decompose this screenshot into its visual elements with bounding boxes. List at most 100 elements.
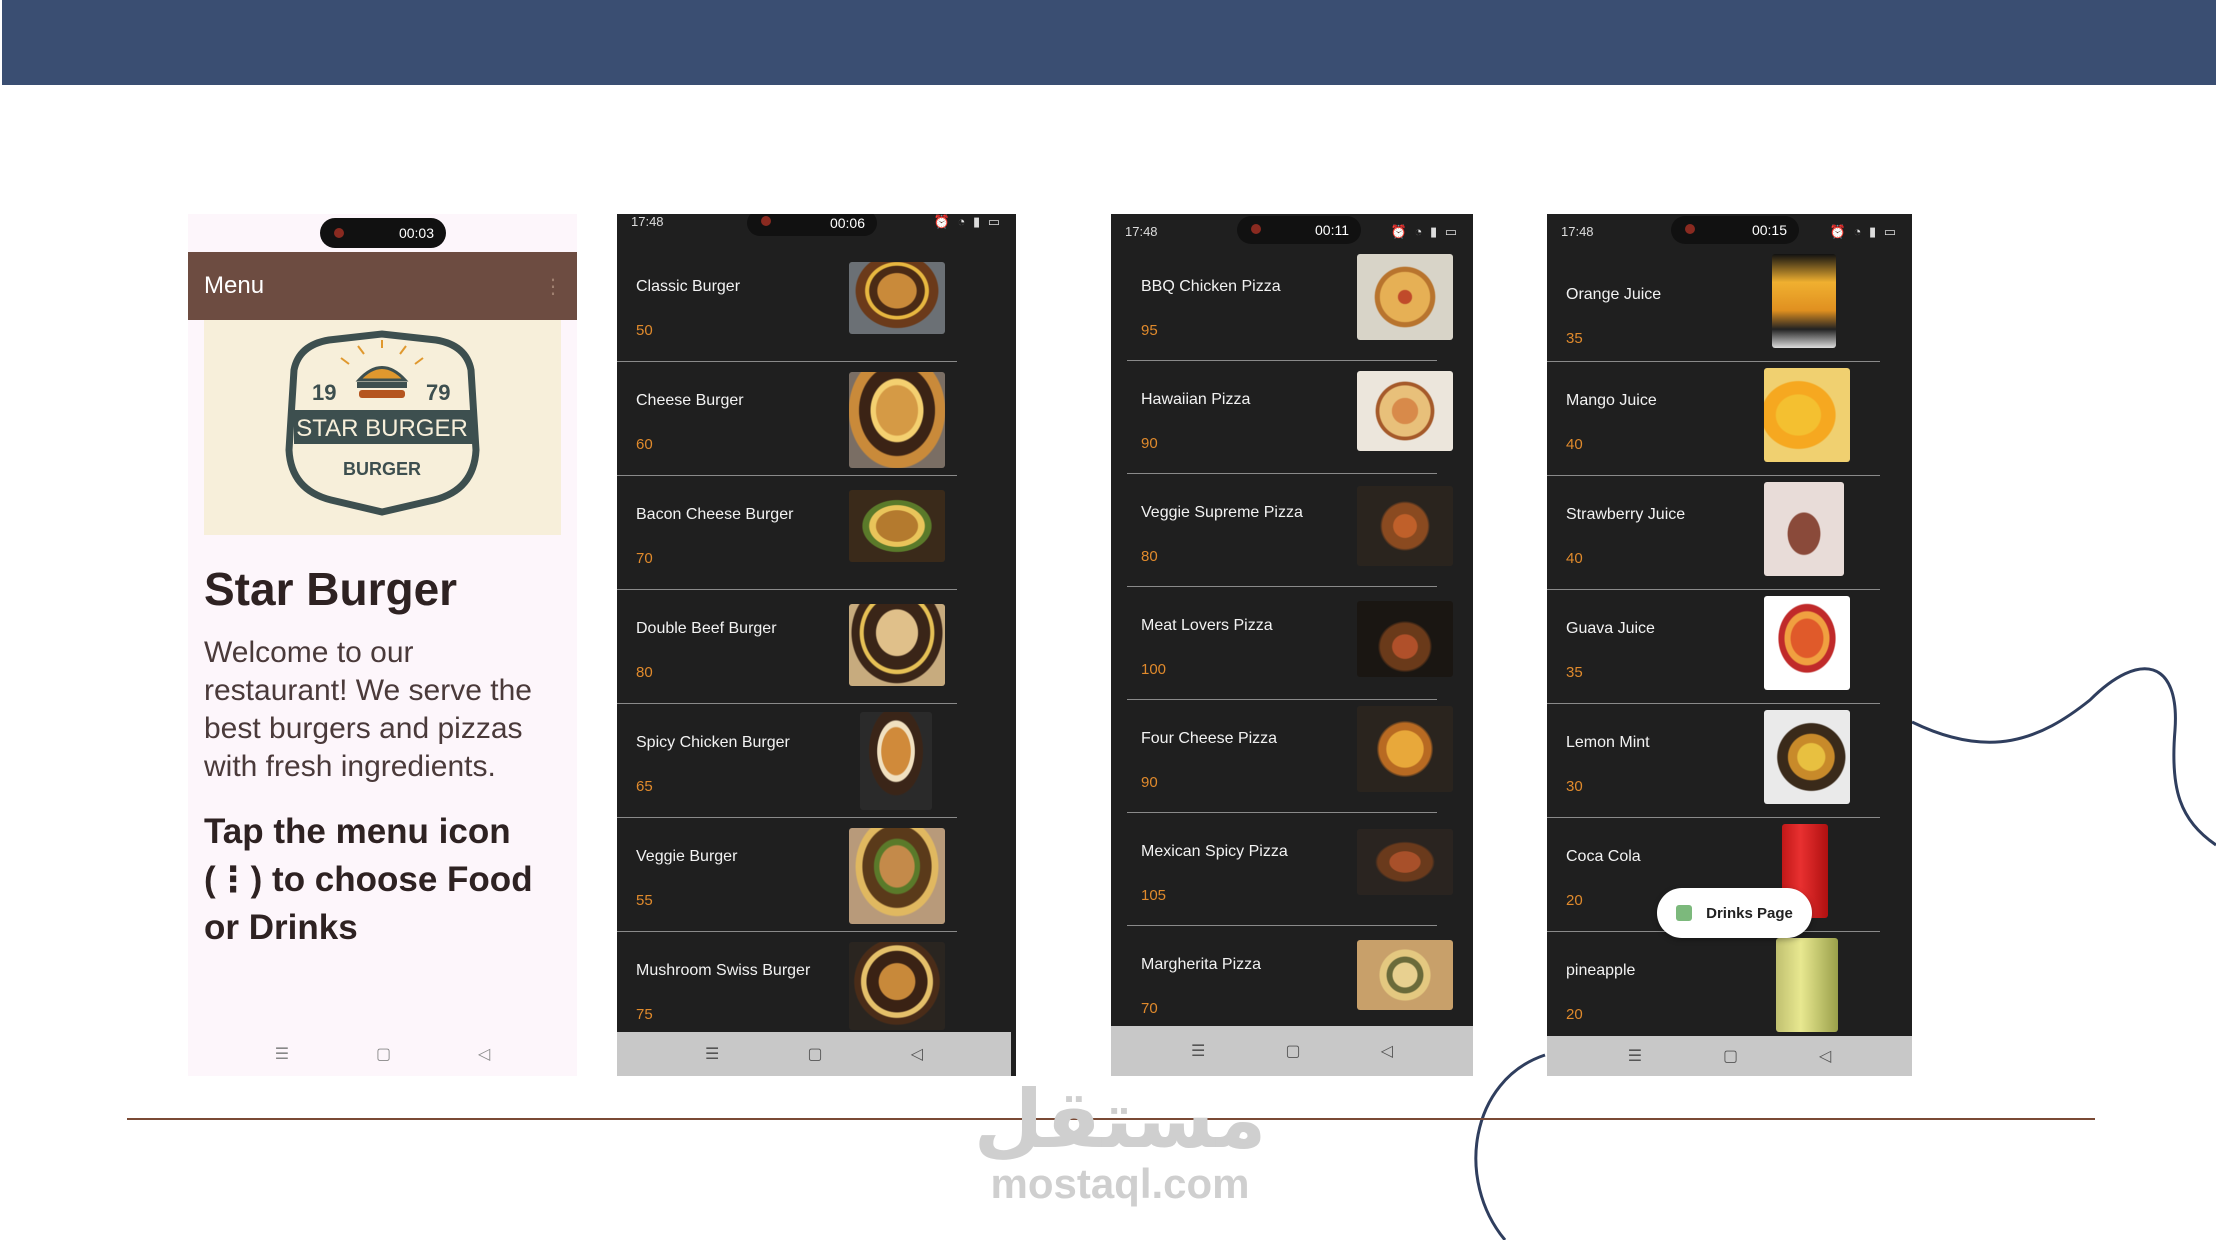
recents-nav-icon[interactable]: ☰ bbox=[705, 1044, 719, 1064]
home-nav-icon[interactable]: ▢ bbox=[1285, 1041, 1300, 1061]
home-nav-icon[interactable]: ▢ bbox=[807, 1044, 822, 1064]
list-item[interactable]: BBQ Chicken Pizza 95 bbox=[1127, 248, 1453, 361]
lemon-mint-image bbox=[1764, 710, 1850, 804]
record-dot-icon bbox=[761, 216, 771, 226]
pizza-image bbox=[1357, 486, 1453, 566]
status-time: 17:48 bbox=[631, 214, 664, 229]
app-bar: Menu ⋮ bbox=[188, 252, 577, 320]
item-name: Hawaiian Pizza bbox=[1141, 391, 1251, 408]
item-name: Lemon Mint bbox=[1566, 734, 1650, 751]
item-price: 20 bbox=[1566, 1006, 1583, 1023]
item-name: Classic Burger bbox=[636, 278, 741, 295]
phone-pizzas-screen: 17:48 00:11 ⏰ ◔ ▮ ▭ BBQ Chicken Pizza 95… bbox=[1111, 214, 1473, 1076]
recording-timer: 00:03 bbox=[398, 225, 434, 241]
back-nav-icon[interactable]: ◁ bbox=[911, 1044, 923, 1064]
item-name: Veggie Supreme Pizza bbox=[1141, 504, 1303, 521]
list-item[interactable]: Strawberry Juice 40 bbox=[1547, 476, 1880, 590]
guava-juice-image bbox=[1764, 596, 1850, 690]
item-name: Strawberry Juice bbox=[1566, 506, 1686, 523]
burger-image bbox=[860, 712, 932, 810]
burger-image bbox=[849, 942, 945, 1030]
list-item[interactable]: Meat Lovers Pizza 100 bbox=[1127, 587, 1453, 700]
item-price: 100 bbox=[1141, 661, 1167, 678]
item-price: 105 bbox=[1141, 887, 1167, 904]
burger-image bbox=[849, 372, 945, 468]
item-name: Margherita Pizza bbox=[1141, 956, 1262, 973]
item-price: 95 bbox=[1141, 322, 1158, 339]
list-item[interactable]: Classic Burger 50 bbox=[617, 248, 957, 362]
pineapple-can-image bbox=[1776, 938, 1838, 1032]
back-nav-icon[interactable]: ◁ bbox=[1819, 1046, 1831, 1066]
back-nav-icon[interactable]: ◁ bbox=[478, 1044, 490, 1064]
recents-nav-icon[interactable]: ☰ bbox=[275, 1044, 289, 1064]
pizza-image bbox=[1357, 254, 1453, 340]
list-item[interactable]: Mango Juice 40 bbox=[1547, 362, 1880, 476]
item-price: 65 bbox=[636, 778, 653, 795]
burger-list: Classic Burger 50 Cheese Burger 60 Bacon… bbox=[617, 248, 957, 1046]
pizza-image bbox=[1357, 601, 1453, 677]
system-nav-bar: ☰ ▢ ◁ bbox=[1547, 1036, 1912, 1076]
watermark-arabic: مستقل bbox=[973, 1075, 1267, 1164]
recording-pill: 00:15 bbox=[1671, 216, 1799, 244]
status-icons: ⏰ ◔ ▮ ▭ bbox=[933, 214, 1002, 229]
list-item[interactable]: Veggie Supreme Pizza 80 bbox=[1127, 474, 1453, 587]
logo-line2: BURGER bbox=[343, 459, 421, 479]
list-item[interactable]: Mushroom Swiss Burger 75 bbox=[617, 932, 957, 1046]
item-name: Mexican Spicy Pizza bbox=[1141, 843, 1288, 860]
pizza-list: BBQ Chicken Pizza 95 Hawaiian Pizza 90 V… bbox=[1127, 248, 1453, 1039]
list-item[interactable]: Veggie Burger 55 bbox=[617, 818, 957, 932]
mostaql-watermark: مستقل mostaql.com bbox=[960, 1080, 1280, 1208]
list-item[interactable]: Mexican Spicy Pizza 105 bbox=[1127, 813, 1453, 926]
list-item[interactable]: Lemon Mint 30 bbox=[1547, 704, 1880, 818]
home-nav-icon[interactable]: ▢ bbox=[376, 1044, 391, 1064]
item-name: Orange Juice bbox=[1566, 286, 1662, 303]
home-nav-icon[interactable]: ▢ bbox=[1723, 1046, 1738, 1066]
burger-image bbox=[849, 828, 945, 924]
system-nav-bar: ☰ ▢ ◁ bbox=[188, 1032, 577, 1076]
item-name: Veggie Burger bbox=[636, 848, 738, 865]
item-name: Coca Cola bbox=[1566, 848, 1641, 865]
item-price: 80 bbox=[636, 664, 653, 681]
mango-juice-image bbox=[1764, 368, 1850, 462]
list-item[interactable]: Four Cheese Pizza 90 bbox=[1127, 700, 1453, 813]
item-price: 40 bbox=[1566, 550, 1583, 567]
status-bar: 17:48 00:06 ⏰ ◔ ▮ ▭ bbox=[617, 214, 1016, 248]
list-item[interactable]: Guava Juice 35 bbox=[1547, 590, 1880, 704]
burger-image bbox=[849, 490, 945, 562]
status-bar: 00:03 bbox=[188, 214, 577, 252]
item-price: 90 bbox=[1141, 774, 1158, 791]
item-price: 50 bbox=[636, 322, 653, 339]
item-price: 90 bbox=[1141, 435, 1158, 452]
list-item[interactable]: Double Beef Burger 80 bbox=[617, 590, 957, 704]
back-nav-icon[interactable]: ◁ bbox=[1381, 1041, 1393, 1061]
overflow-menu-icon[interactable]: ⋮ bbox=[543, 274, 563, 299]
top-banner bbox=[2, 0, 2216, 85]
phone-drinks-screen: 17:48 00:15 ⏰ ◔ ▮ ▭ Orange Juice 35 Mang… bbox=[1547, 214, 1912, 1076]
logo-year-left: 19 bbox=[312, 380, 336, 405]
record-dot-icon bbox=[1685, 224, 1695, 234]
list-item[interactable]: Bacon Cheese Burger 70 bbox=[617, 476, 957, 590]
list-item[interactable]: Spicy Chicken Burger 65 bbox=[617, 704, 957, 818]
recents-nav-icon[interactable]: ☰ bbox=[1191, 1041, 1205, 1061]
item-name: Bacon Cheese Burger bbox=[636, 506, 794, 523]
item-name: BBQ Chicken Pizza bbox=[1141, 278, 1281, 295]
recording-timer: 00:11 bbox=[1315, 222, 1349, 238]
item-price: 20 bbox=[1566, 892, 1583, 909]
phone-burgers-screen: 17:48 00:06 ⏰ ◔ ▮ ▭ Classic Burger 50 Ch… bbox=[617, 214, 1016, 1076]
burger-image bbox=[849, 262, 945, 334]
record-dot-icon bbox=[1251, 224, 1261, 234]
item-price: 30 bbox=[1566, 778, 1583, 795]
pizza-image bbox=[1357, 371, 1453, 451]
item-name: Cheese Burger bbox=[636, 392, 744, 409]
list-item[interactable]: Orange Juice 35 bbox=[1547, 248, 1880, 362]
list-item[interactable]: Hawaiian Pizza 90 bbox=[1127, 361, 1453, 474]
list-item[interactable]: pineapple 20 bbox=[1547, 932, 1880, 1046]
recents-nav-icon[interactable]: ☰ bbox=[1628, 1046, 1642, 1066]
welcome-text: Welcome to our restaurant! We serve the … bbox=[204, 636, 532, 783]
item-price: 35 bbox=[1566, 330, 1583, 347]
watermark-latin: mostaql.com bbox=[990, 1160, 1250, 1207]
item-name: Double Beef Burger bbox=[636, 620, 777, 637]
list-item[interactable]: Margherita Pizza 70 bbox=[1127, 926, 1453, 1039]
list-item[interactable]: Cheese Burger 60 bbox=[617, 362, 957, 476]
strawberry-juice-image bbox=[1764, 482, 1844, 576]
